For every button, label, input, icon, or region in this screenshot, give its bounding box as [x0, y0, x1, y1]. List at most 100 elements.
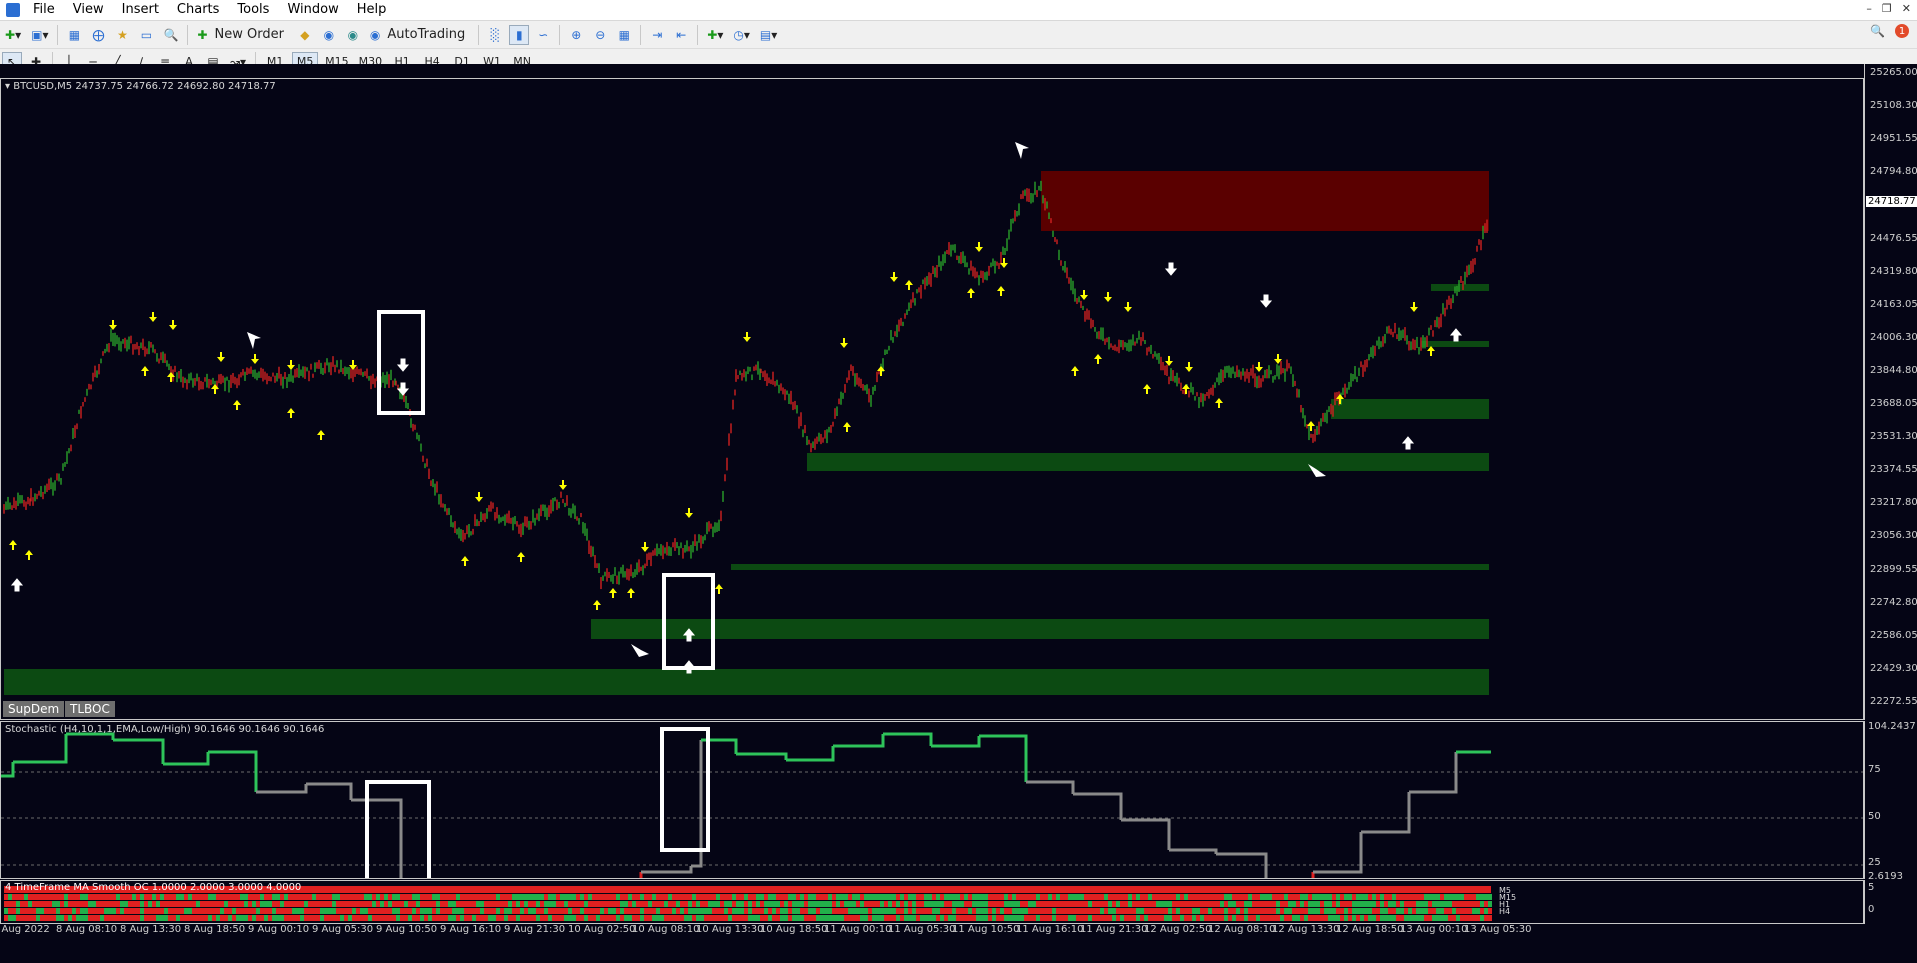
tf-ma-cell [1140, 901, 1144, 907]
menu-tools[interactable]: Tools [228, 0, 278, 20]
tf-ma-cell [1404, 894, 1408, 900]
line-chart-icon[interactable]: ∽ [533, 25, 553, 45]
tf-ma-cell [464, 901, 468, 907]
tf-ma-cell [844, 915, 848, 921]
tf-ma-cell [1260, 908, 1264, 914]
menu-view[interactable]: View [64, 0, 113, 20]
tf-ma-cell [1076, 915, 1080, 921]
tf-ma-cell [1300, 894, 1304, 900]
stochastic-pane[interactable]: Stochastic (H4,10,1,1,EMA,Low/High) 90.1… [0, 721, 1864, 879]
autotrading-button[interactable]: ◉ AutoTrading [367, 25, 472, 45]
templates-icon[interactable]: ▤ ▾ [757, 25, 780, 45]
menu-charts[interactable]: Charts [168, 0, 229, 20]
tf-ma-cell [768, 908, 772, 914]
down-arrow-icon [890, 272, 898, 282]
tf-ma-cell [592, 908, 596, 914]
tf-ma-cell [500, 915, 504, 921]
tf-ma-cell [48, 915, 52, 921]
tf-ma-cell [132, 908, 136, 914]
new-order-button[interactable]: ✚ New Order [194, 25, 291, 45]
time-tick: 12 Aug 18:50 [1336, 924, 1404, 935]
profiles-icon[interactable]: ▣ ▾ [28, 25, 51, 45]
tf-ma-cell [308, 901, 312, 907]
bar-chart-icon[interactable]: ░ [485, 25, 505, 45]
tf-ma-cell [584, 915, 588, 921]
menu-insert[interactable]: Insert [113, 0, 168, 20]
tf-ma-cell [180, 901, 184, 907]
tf-ma-cell [1440, 894, 1444, 900]
tf-ma-cell [496, 901, 500, 907]
tf-ma-cell [1352, 894, 1356, 900]
zoom-out-icon[interactable]: ⊖ [590, 25, 610, 45]
notification-badge[interactable]: 1 [1895, 24, 1909, 38]
tile-windows-icon[interactable]: ▦ [614, 25, 634, 45]
tf-ma-cell [68, 908, 72, 914]
tf-ma-cell [872, 908, 876, 914]
tf-ma-cell [872, 894, 876, 900]
price-pane[interactable]: ▾ BTCUSD,M5 24737.75 24766.72 24692.80 2… [0, 78, 1864, 720]
tf-ma-cell [512, 908, 516, 914]
signals-icon[interactable]: ◉ [319, 25, 339, 45]
tf-ma-cell [1140, 915, 1144, 921]
tf-ma-cell [1444, 915, 1448, 921]
menu-window[interactable]: Window [278, 0, 347, 20]
chart-shift-icon[interactable]: ⇤ [671, 25, 691, 45]
tab-supdem[interactable]: SupDem [3, 701, 65, 717]
tf-ma-cell [596, 894, 600, 900]
periods-icon[interactable]: ◷ ▾ [730, 25, 753, 45]
tf-ma-cell [212, 908, 216, 914]
tf-ma-cell [300, 901, 304, 907]
tf-ma-cell [192, 908, 196, 914]
tf-ma-cell [1316, 894, 1320, 900]
menu-file[interactable]: File [24, 0, 64, 20]
up-arrow-icon [967, 288, 975, 298]
tf-ma-cell [40, 901, 44, 907]
tf-ma-cell [1420, 894, 1424, 900]
tf-ma-cell [288, 894, 292, 900]
tf-ma-cell [1052, 901, 1056, 907]
tf-ma-cell [1416, 901, 1420, 907]
tf-ma-cell [988, 908, 992, 914]
tf-ma-cell [204, 894, 208, 900]
tf-ma-cell [712, 901, 716, 907]
auto-scroll-icon[interactable]: ⇥ [647, 25, 667, 45]
navigator-icon[interactable]: ★ [112, 25, 132, 45]
metaeditor-icon[interactable]: ◆ [295, 25, 315, 45]
data-window-icon[interactable]: ⨁ [88, 25, 108, 45]
tf-ma-pane[interactable]: 4 TimeFrame MA Smooth OC 1.0000 2.0000 3… [0, 880, 1864, 924]
tf-ma-cell [496, 908, 500, 914]
tf-ma-cell [628, 894, 632, 900]
tf-ma-cell [800, 901, 804, 907]
vps-icon[interactable]: ◉ [343, 25, 363, 45]
up-arrow-icon [1449, 328, 1463, 342]
tf-ma-cell [240, 894, 244, 900]
tf-ma-cell [316, 901, 320, 907]
tf-ma-cell [68, 901, 72, 907]
market-watch-icon[interactable]: ▦ [64, 25, 84, 45]
zoom-in-icon[interactable]: ⊕ [566, 25, 586, 45]
search-icon[interactable]: 🔍 [1870, 24, 1885, 38]
tf-ma-cell [900, 915, 904, 921]
close-icon[interactable]: ✕ [1902, 2, 1911, 15]
stoch-tick: 75 [1868, 764, 1881, 775]
tf-ma-cell [72, 908, 76, 914]
tf-ma-cell [1448, 908, 1452, 914]
strategy-tester-icon[interactable]: 🔍 [160, 25, 181, 45]
restore-icon[interactable]: ❐ [1882, 2, 1892, 15]
tf-ma-cell [344, 915, 348, 921]
terminal-icon[interactable]: ▭ [136, 25, 156, 45]
tf-ma-cell [1380, 901, 1384, 907]
demand-zone [807, 453, 1489, 471]
new-chart-icon[interactable]: ✚ ▾ [2, 25, 24, 45]
tf-ma-cell [948, 901, 952, 907]
tab-tlboc[interactable]: TLBOC [65, 701, 115, 717]
minimize-icon[interactable]: – [1866, 2, 1872, 15]
candlestick-icon[interactable]: ▮ [509, 24, 530, 45]
tf-ma-cell [1388, 894, 1392, 900]
tf-ma-cell [868, 901, 872, 907]
tf-ma-cell [604, 908, 608, 914]
menu-help[interactable]: Help [348, 0, 396, 20]
tf-ma-cell [764, 894, 768, 900]
indicators-icon[interactable]: ✚ ▾ [704, 25, 726, 45]
tf-ma-cell [1272, 908, 1276, 914]
